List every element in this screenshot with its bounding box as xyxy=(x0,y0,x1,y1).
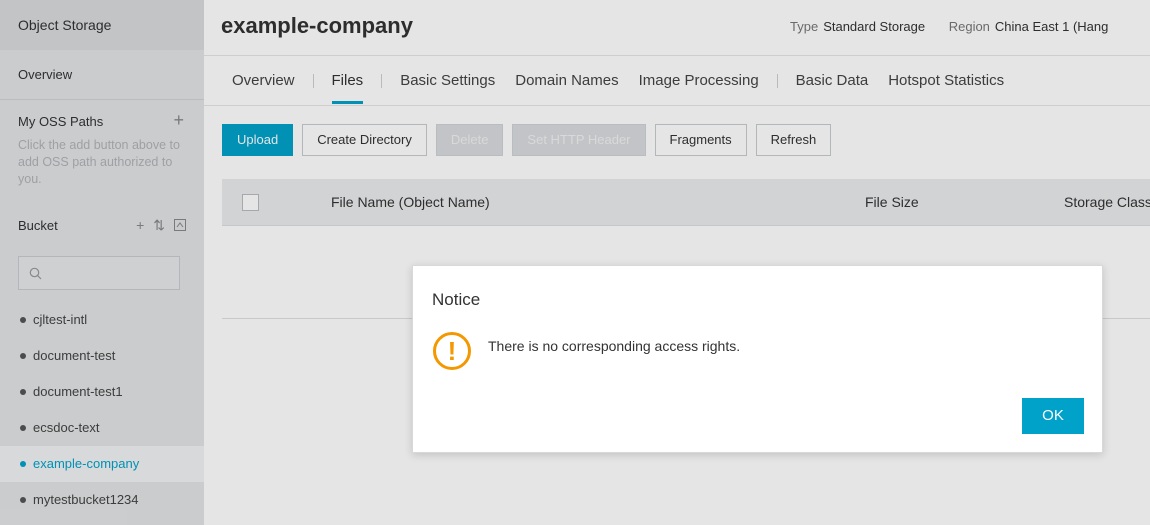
warning-icon: ! xyxy=(433,332,471,370)
notice-dialog: Notice ! There is no corresponding acces… xyxy=(412,265,1103,453)
ok-button[interactable]: OK xyxy=(1022,398,1084,434)
dialog-title: Notice xyxy=(432,290,481,309)
dialog-message: There is no corresponding access rights. xyxy=(488,338,741,354)
